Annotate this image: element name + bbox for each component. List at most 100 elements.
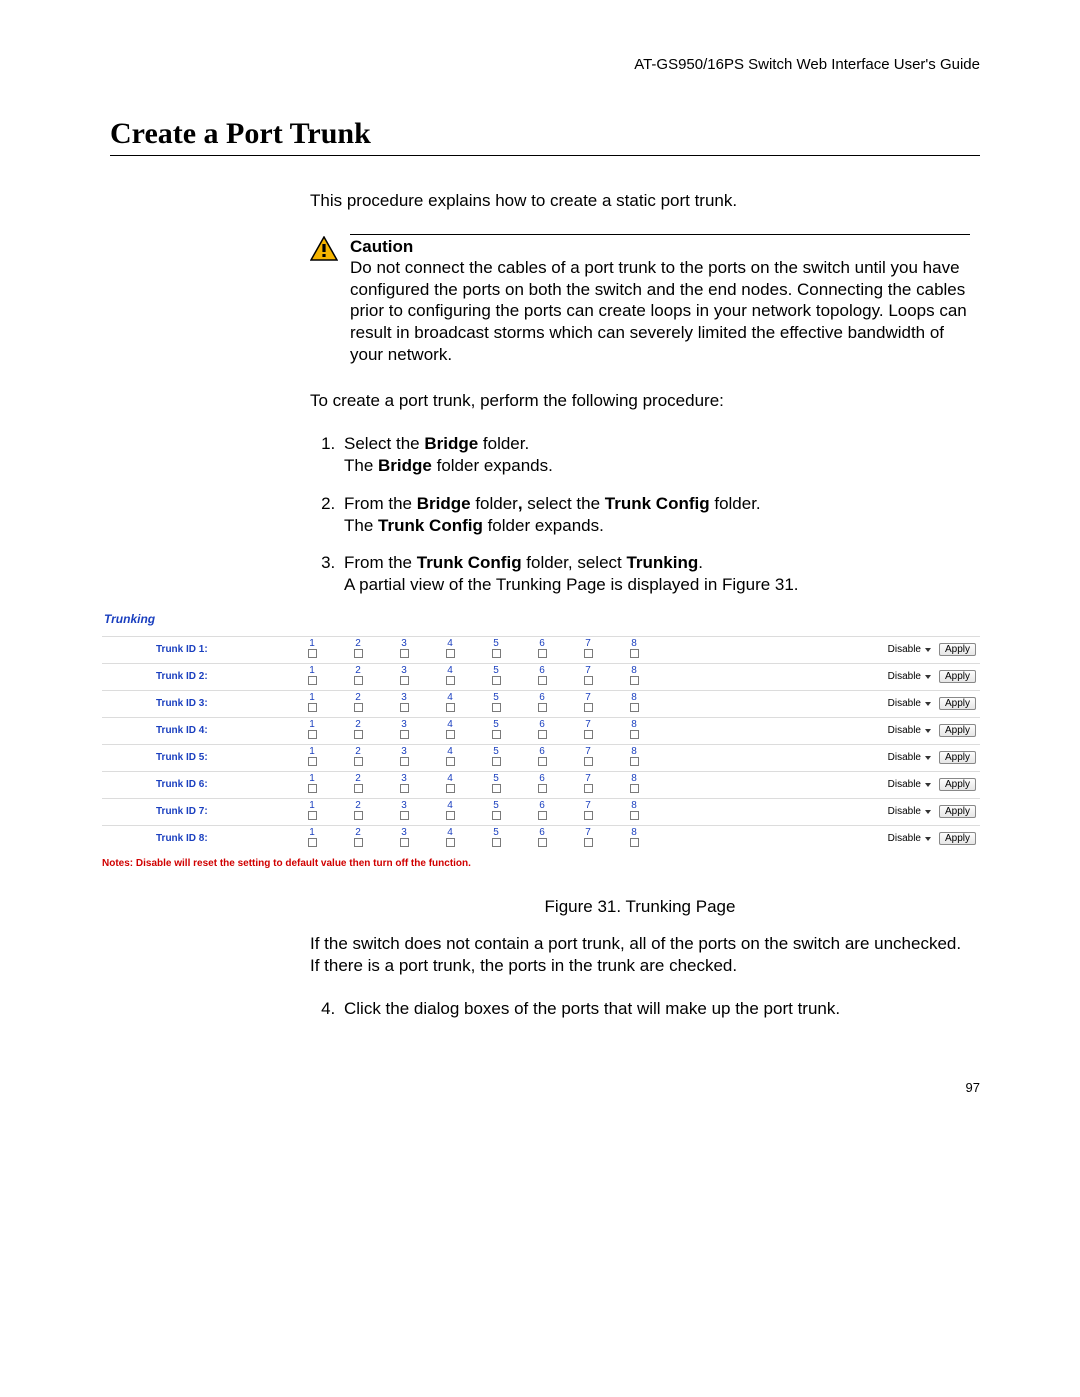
port-checkbox[interactable] — [630, 730, 639, 739]
port-checkbox[interactable] — [492, 649, 501, 658]
running-header: AT-GS950/16PS Switch Web Interface User'… — [110, 56, 980, 73]
state-dropdown[interactable]: Disable — [886, 752, 933, 763]
port-checkbox[interactable] — [308, 784, 317, 793]
port-checkbox[interactable] — [354, 784, 363, 793]
trunk-id-label: Trunk ID 8: — [102, 825, 289, 852]
trunk-controls: Disable Apply — [783, 717, 980, 744]
state-dropdown[interactable]: Disable — [886, 779, 933, 790]
port-number: 4 — [430, 666, 470, 676]
trunk-controls: Disable Apply — [783, 744, 980, 771]
port-checkbox[interactable] — [400, 676, 409, 685]
port-checkbox[interactable] — [538, 649, 547, 658]
port-checkbox[interactable] — [400, 757, 409, 766]
state-dropdown[interactable]: Disable — [886, 698, 933, 709]
port-cell: 7 — [565, 663, 611, 690]
port-checkbox[interactable] — [584, 838, 593, 847]
port-checkbox[interactable] — [584, 757, 593, 766]
port-checkbox[interactable] — [354, 649, 363, 658]
port-checkbox[interactable] — [308, 649, 317, 658]
port-checkbox[interactable] — [354, 730, 363, 739]
port-checkbox[interactable] — [584, 784, 593, 793]
port-number: 7 — [568, 801, 608, 811]
port-checkbox[interactable] — [538, 811, 547, 820]
port-checkbox[interactable] — [492, 757, 501, 766]
port-checkbox[interactable] — [630, 838, 639, 847]
port-checkbox[interactable] — [630, 649, 639, 658]
port-checkbox[interactable] — [492, 784, 501, 793]
port-checkbox[interactable] — [400, 649, 409, 658]
port-checkbox[interactable] — [492, 703, 501, 712]
port-checkbox[interactable] — [584, 811, 593, 820]
port-checkbox[interactable] — [354, 811, 363, 820]
port-checkbox[interactable] — [538, 838, 547, 847]
port-checkbox[interactable] — [492, 811, 501, 820]
apply-button[interactable]: Apply — [939, 670, 976, 683]
port-checkbox[interactable] — [630, 757, 639, 766]
state-dropdown[interactable]: Disable — [886, 725, 933, 736]
port-checkbox[interactable] — [630, 703, 639, 712]
port-checkbox[interactable] — [308, 730, 317, 739]
apply-button[interactable]: Apply — [939, 724, 976, 737]
port-checkbox[interactable] — [538, 784, 547, 793]
port-checkbox[interactable] — [308, 703, 317, 712]
port-checkbox[interactable] — [446, 703, 455, 712]
port-checkbox[interactable] — [446, 730, 455, 739]
port-number: 1 — [292, 747, 332, 757]
apply-button[interactable]: Apply — [939, 643, 976, 656]
state-dropdown[interactable]: Disable — [886, 644, 933, 655]
port-cell: 3 — [381, 636, 427, 663]
port-checkbox[interactable] — [538, 703, 547, 712]
state-dropdown[interactable]: Disable — [886, 833, 933, 844]
port-checkbox[interactable] — [400, 811, 409, 820]
apply-button[interactable]: Apply — [939, 751, 976, 764]
port-checkbox[interactable] — [584, 730, 593, 739]
port-checkbox[interactable] — [630, 676, 639, 685]
port-checkbox[interactable] — [354, 838, 363, 847]
trunk-id-label: Trunk ID 5: — [102, 744, 289, 771]
apply-button[interactable]: Apply — [939, 697, 976, 710]
port-cell: 6 — [519, 798, 565, 825]
port-checkbox[interactable] — [538, 676, 547, 685]
port-checkbox[interactable] — [354, 757, 363, 766]
port-checkbox[interactable] — [492, 838, 501, 847]
port-checkbox[interactable] — [630, 784, 639, 793]
port-cell: 3 — [381, 690, 427, 717]
port-checkbox[interactable] — [584, 676, 593, 685]
port-cell: 3 — [381, 744, 427, 771]
apply-button[interactable]: Apply — [939, 805, 976, 818]
port-checkbox[interactable] — [630, 811, 639, 820]
port-number: 1 — [292, 828, 332, 838]
port-checkbox[interactable] — [538, 730, 547, 739]
port-checkbox[interactable] — [308, 676, 317, 685]
port-cell: 6 — [519, 663, 565, 690]
apply-button[interactable]: Apply — [939, 778, 976, 791]
port-checkbox[interactable] — [446, 784, 455, 793]
port-cell: 8 — [611, 717, 657, 744]
port-checkbox[interactable] — [308, 757, 317, 766]
port-checkbox[interactable] — [492, 730, 501, 739]
body-column-lower: Figure 31. Trunking Page If the switch d… — [310, 897, 970, 1020]
port-checkbox[interactable] — [446, 811, 455, 820]
port-cell: 8 — [611, 663, 657, 690]
port-checkbox[interactable] — [354, 676, 363, 685]
port-checkbox[interactable] — [308, 811, 317, 820]
port-checkbox[interactable] — [492, 676, 501, 685]
port-checkbox[interactable] — [446, 838, 455, 847]
port-checkbox[interactable] — [584, 703, 593, 712]
state-dropdown[interactable]: Disable — [886, 806, 933, 817]
chevron-down-icon — [925, 756, 931, 760]
port-checkbox[interactable] — [446, 676, 455, 685]
port-checkbox[interactable] — [400, 838, 409, 847]
apply-button[interactable]: Apply — [939, 832, 976, 845]
port-checkbox[interactable] — [446, 757, 455, 766]
port-checkbox[interactable] — [400, 784, 409, 793]
port-checkbox[interactable] — [354, 703, 363, 712]
port-number: 1 — [292, 693, 332, 703]
port-checkbox[interactable] — [584, 649, 593, 658]
port-checkbox[interactable] — [400, 730, 409, 739]
state-dropdown[interactable]: Disable — [886, 671, 933, 682]
port-checkbox[interactable] — [400, 703, 409, 712]
port-checkbox[interactable] — [446, 649, 455, 658]
port-checkbox[interactable] — [538, 757, 547, 766]
port-checkbox[interactable] — [308, 838, 317, 847]
